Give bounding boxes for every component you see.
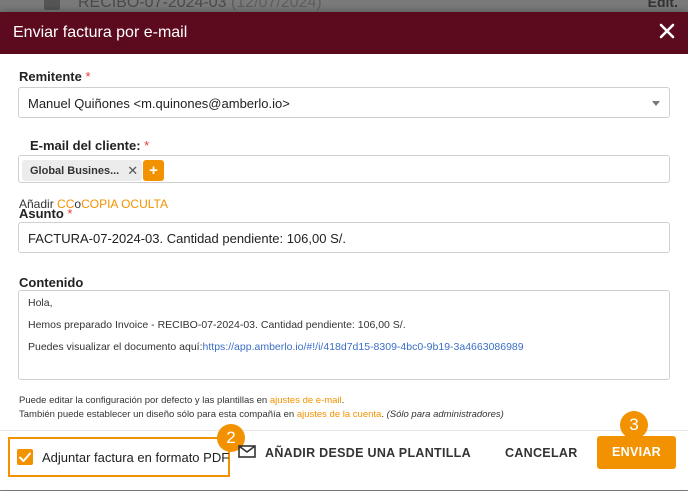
modal-title: Enviar factura por e-mail bbox=[13, 24, 188, 41]
content-link-line: Puedes visualizar el documento aquí:http… bbox=[28, 341, 524, 353]
attach-pdf-checkbox[interactable] bbox=[17, 449, 33, 465]
chevron-down-icon bbox=[652, 101, 660, 106]
bcc-link[interactable]: COPIA OCULTA bbox=[81, 197, 168, 211]
add-recipient-button[interactable]: + bbox=[143, 160, 164, 181]
client-email-field[interactable]: Global Busines... ✕ + bbox=[18, 155, 670, 183]
subject-value: FACTURA-07-2024-03. Cantidad pendiente: … bbox=[28, 231, 346, 246]
attach-pdf-option[interactable]: Adjuntar factura en formato PDF bbox=[8, 437, 230, 477]
mail-icon bbox=[238, 445, 256, 461]
sender-label: Remitente * bbox=[19, 69, 91, 84]
sender-value: Manuel Quiñones <m.quinones@amberlo.io> bbox=[28, 96, 290, 111]
document-icon bbox=[44, 0, 60, 10]
settings-note: Puede editar la configuración por defect… bbox=[19, 395, 345, 406]
background-edit-label: Edit. bbox=[647, 0, 678, 10]
account-settings-link[interactable]: ajustes de la cuenta bbox=[297, 409, 382, 420]
content-body: Hemos preparado Invoice - RECIBO-07-2024… bbox=[28, 319, 406, 331]
step-badge-3: 3 bbox=[620, 411, 648, 439]
background-title: RECIBO-07-2024-03 (12/07/2024) bbox=[78, 0, 322, 11]
modal-header: Enviar factura por e-mail bbox=[0, 12, 688, 54]
send-invoice-modal: Enviar factura por e-mail Remitente * Ma… bbox=[0, 12, 688, 490]
sender-select[interactable]: Manuel Quiñones <m.quinones@amberlo.io> bbox=[18, 87, 670, 118]
close-icon[interactable] bbox=[656, 20, 678, 42]
cancel-button[interactable]: CANCELAR bbox=[505, 446, 578, 460]
modal-footer: Adjuntar factura en formato PDF 2 AÑADIR… bbox=[0, 411, 688, 491]
client-email-label: E-mail del cliente: * bbox=[30, 138, 150, 153]
content-greeting: Hola, bbox=[28, 297, 53, 309]
add-from-template-button[interactable]: AÑADIR DESDE UNA PLANTILLA bbox=[238, 445, 471, 461]
content-label: Contenido bbox=[19, 275, 84, 290]
subject-input[interactable]: FACTURA-07-2024-03. Cantidad pendiente: … bbox=[18, 222, 670, 253]
email-settings-link[interactable]: ajustes de e-mail bbox=[270, 395, 342, 406]
send-button[interactable]: ENVIAR bbox=[597, 436, 676, 469]
attach-pdf-label: Adjuntar factura en formato PDF bbox=[42, 450, 230, 465]
account-note: También puede establecer un diseño sólo … bbox=[19, 409, 504, 420]
document-link[interactable]: https://app.amberlo.io/#!/i/418d7d15-830… bbox=[203, 341, 524, 353]
content-editor[interactable]: Hola, Hemos preparado Invoice - RECIBO-0… bbox=[18, 290, 670, 380]
recipient-chip[interactable]: Global Busines... ✕ bbox=[22, 160, 143, 181]
subject-label: Asunto * bbox=[19, 206, 73, 221]
chip-remove-icon[interactable]: ✕ bbox=[127, 163, 138, 179]
